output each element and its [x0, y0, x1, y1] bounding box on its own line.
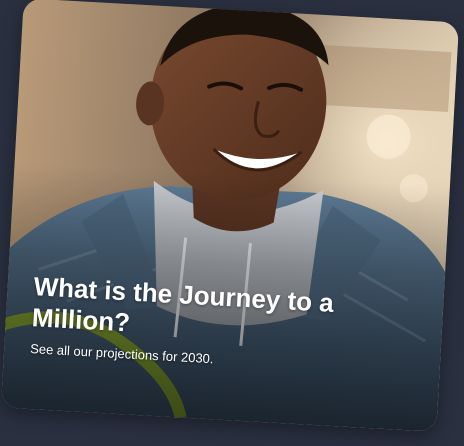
card-text: What is the Journey to a Million? See al…: [30, 271, 364, 375]
promo-card[interactable]: What is the Journey to a Million? See al…: [0, 0, 460, 432]
page-background: What is the Journey to a Million? See al…: [0, 0, 464, 446]
